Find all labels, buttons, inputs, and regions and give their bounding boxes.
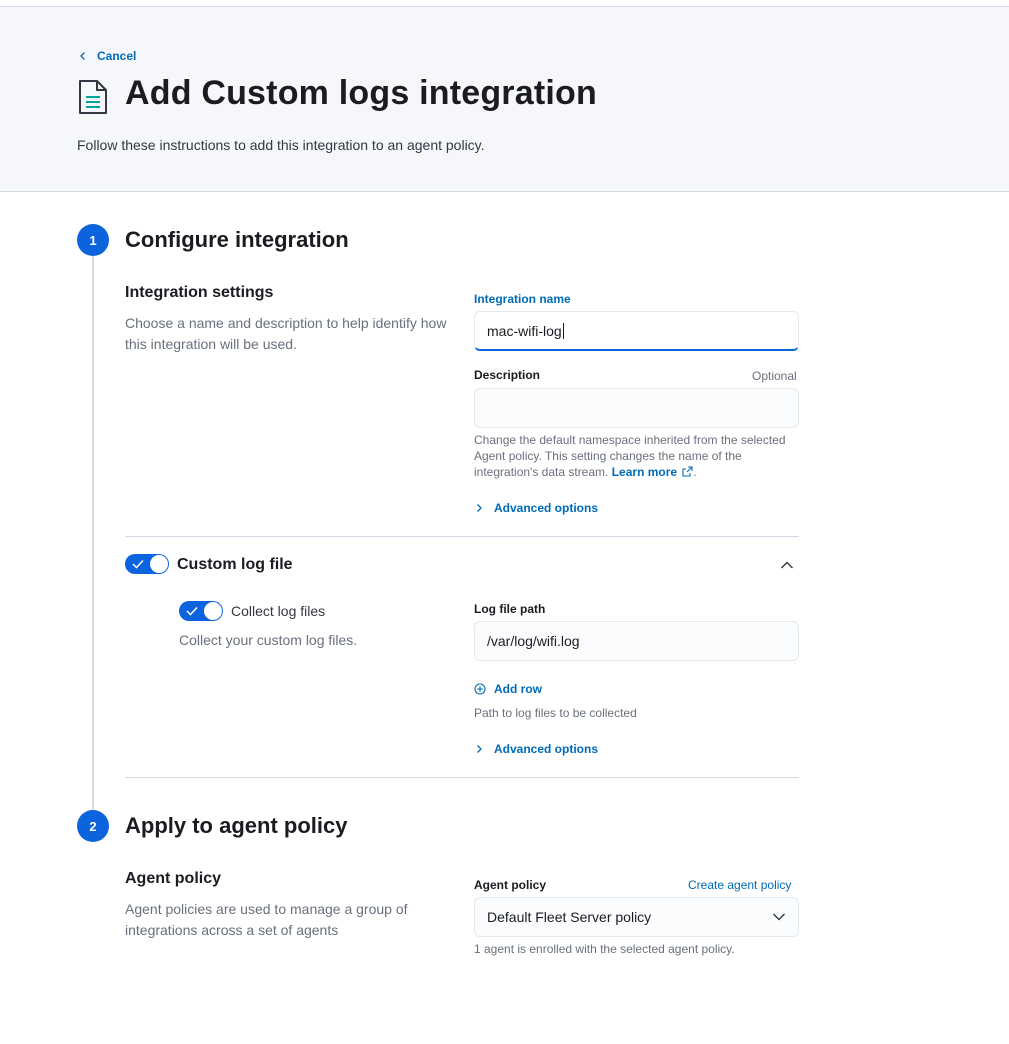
namespace-help-text: Change the default namespace inherited f… <box>474 432 804 480</box>
cancel-link[interactable]: Cancel <box>78 49 136 63</box>
learn-more-label: Learn more <box>611 465 678 479</box>
description-input[interactable] <box>474 388 799 428</box>
add-row-button[interactable]: Add row <box>474 682 542 696</box>
log-file-path-label: Log file path <box>474 602 546 616</box>
create-agent-policy-link[interactable]: Create agent policy <box>688 878 791 892</box>
integration-name-input[interactable]: mac-wifi-log <box>474 311 799 351</box>
step-1-badge: 1 <box>77 224 109 256</box>
agent-policy-label: Agent policy <box>474 878 547 892</box>
section-divider <box>125 777 799 778</box>
advanced-options-label-2: Advanced options <box>494 742 599 756</box>
step-connector-line <box>92 256 94 814</box>
step-2-title: Apply to agent policy <box>125 813 348 838</box>
log-file-path-input[interactable]: /var/log/wifi.log <box>474 621 799 661</box>
page-title: Add Custom logs integration <box>125 74 597 112</box>
document-icon <box>79 80 107 114</box>
agent-policy-section-title: Agent policy <box>125 870 222 887</box>
chevron-right-icon <box>477 745 482 753</box>
integration-settings-title: Integration settings <box>125 284 274 301</box>
log-file-path-value: /var/log/wifi.log <box>487 633 580 649</box>
custom-log-file-title: Custom log file <box>177 556 293 573</box>
section-divider <box>125 536 799 537</box>
optional-label: Optional <box>752 369 797 383</box>
advanced-options-label-1: Advanced options <box>494 501 599 515</box>
collect-log-files-description: Collect your custom log files. <box>179 632 358 648</box>
page-header: Cancel Add Custom logs integration Follo… <box>0 7 1009 192</box>
log-path-help: Path to log files to be collected <box>474 706 637 720</box>
plus-circle-icon <box>474 683 486 695</box>
step-1-title: Configure integration <box>125 227 349 252</box>
integration-name-label: Integration name <box>474 292 571 306</box>
integration-settings-description: Choose a name and description to help id… <box>125 315 447 352</box>
chevron-up-icon[interactable] <box>780 560 794 570</box>
advanced-options-toggle-2[interactable]: Advanced options <box>474 742 598 756</box>
page-subtitle: Follow these instructions to add this in… <box>77 137 485 153</box>
add-row-label: Add row <box>494 682 542 696</box>
description-label: Description <box>474 368 541 382</box>
learn-more-link[interactable]: Learn more <box>612 465 694 479</box>
cancel-label: Cancel <box>97 49 137 63</box>
top-bar <box>0 0 1009 7</box>
chevron-down-icon <box>773 913 785 921</box>
custom-log-file-switch[interactable] <box>125 554 169 574</box>
external-link-icon <box>682 466 693 477</box>
check-icon <box>132 559 144 569</box>
switch-knob <box>204 602 222 620</box>
step-2-badge: 2 <box>77 810 109 842</box>
help-period: . <box>693 465 697 479</box>
text-caret <box>562 322 564 339</box>
check-icon <box>186 606 198 616</box>
agent-policy-help: 1 agent is enrolled with the selected ag… <box>474 942 735 956</box>
advanced-options-toggle-1[interactable]: Advanced options <box>474 501 598 515</box>
agent-policy-description: Agent policies are used to manage a grou… <box>125 901 408 938</box>
agent-policy-selected: Default Fleet Server policy <box>487 909 652 925</box>
chevron-right-icon <box>477 504 482 512</box>
chevron-left-icon <box>80 52 85 60</box>
collect-log-files-switch[interactable] <box>179 601 223 621</box>
switch-knob <box>150 555 168 573</box>
collect-log-files-label: Collect log files <box>231 603 326 619</box>
integration-name-value: mac-wifi-log <box>487 322 562 339</box>
agent-policy-select[interactable]: Default Fleet Server policy <box>474 897 799 937</box>
